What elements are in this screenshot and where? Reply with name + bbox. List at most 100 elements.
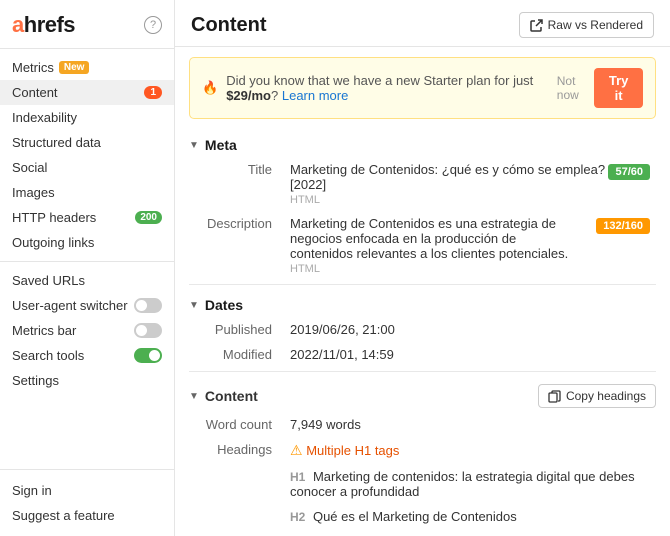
sidebar-item-label: Saved URLs (12, 273, 85, 288)
sidebar-item-search-tools[interactable]: Search tools (0, 343, 174, 368)
title-label: Title (189, 157, 284, 211)
sidebar-item-label: Content (12, 85, 58, 100)
sidebar-item-suggest[interactable]: Suggest a feature (0, 503, 174, 528)
main-panel: Content Raw vs Rendered 🔥 Did you know t… (175, 0, 670, 536)
meta-table: Title Marketing de Contenidos: ¿qué es y… (189, 157, 656, 280)
try-it-button[interactable]: Try it (594, 68, 643, 108)
h1-row: H1 Marketing de contenidos: la estrategi… (189, 464, 656, 504)
learn-more-link[interactable]: Learn more (282, 88, 348, 103)
sidebar-item-http-headers[interactable]: HTTP headers 200 (0, 205, 174, 230)
word-count-label: Word count (189, 412, 284, 437)
content-arrow-icon: ▼ (189, 391, 199, 402)
meta-section: ▼ Meta Title Marketing de Contenidos: ¿q… (189, 129, 656, 280)
word-count-value: 7,949 words (284, 412, 656, 437)
sidebar-item-label: Settings (12, 373, 59, 388)
headings-label: Headings (189, 437, 284, 464)
sidebar-item-label: Structured data (12, 135, 101, 150)
modified-value: 2022/11/01, 14:59 (284, 342, 656, 367)
metrics-bar-toggle[interactable] (134, 323, 162, 338)
title-sub-label: HTML (290, 194, 650, 206)
raw-vs-rendered-button[interactable]: Raw vs Rendered (519, 12, 654, 38)
external-link-icon (530, 19, 543, 32)
sidebar-item-label: Social (12, 160, 47, 175)
h1-tag: H1 (290, 470, 305, 484)
desc-label: Description (189, 211, 284, 280)
sidebar-item-outgoing-links[interactable]: Outgoing links (0, 230, 174, 255)
sidebar-item-label: Metrics bar (12, 323, 76, 338)
desc-value-cell: Marketing de Contenidos es una estrategi… (284, 211, 656, 280)
page-title: Content (191, 14, 267, 37)
title-value-cell: Marketing de Contenidos: ¿qué es y cómo … (284, 157, 656, 211)
content-badge: 1 (144, 86, 162, 99)
h2-text: Qué es el Marketing de Contenidos (313, 509, 517, 524)
banner-right: Not now Try it (557, 68, 643, 108)
meta-section-header[interactable]: ▼ Meta (189, 129, 656, 157)
logo: ahrefs (12, 12, 75, 38)
headings-warning: Multiple H1 tags (306, 443, 399, 458)
content-area: ▼ Meta Title Marketing de Contenidos: ¿q… (175, 129, 670, 536)
sidebar-item-indexability[interactable]: Indexability (0, 105, 174, 130)
word-count-row: Word count 7,949 words (189, 412, 656, 437)
sidebar-item-saved-urls[interactable]: Saved URLs (0, 268, 174, 293)
sidebar-item-label: Suggest a feature (12, 508, 115, 523)
content-section-header[interactable]: ▼ Content (189, 388, 258, 404)
sidebar-item-images[interactable]: Images (0, 180, 174, 205)
sidebar-item-structured-data[interactable]: Structured data (0, 130, 174, 155)
main-header: Content Raw vs Rendered (175, 0, 670, 47)
new-badge: New (59, 61, 90, 74)
desc-sub-label: HTML (290, 263, 650, 275)
banner-left: 🔥 Did you know that we have a new Starte… (202, 73, 557, 103)
headings-value-cell: ⚠ Multiple H1 tags (284, 437, 656, 464)
banner-text: Did you know that we have a new Starter … (226, 73, 557, 103)
h2-row: H2 Qué es el Marketing de Contenidos (189, 504, 656, 529)
dates-section-header[interactable]: ▼ Dates (189, 289, 656, 317)
sidebar-item-label: Sign in (12, 483, 52, 498)
copy-icon (548, 390, 561, 403)
sidebar-item-label: Indexability (12, 110, 77, 125)
headings-row: Headings ⚠ Multiple H1 tags (189, 437, 656, 464)
sidebar-item-social[interactable]: Social (0, 155, 174, 180)
fire-emoji: 🔥 (202, 80, 218, 96)
sidebar-nav: Metrics New Content 1 Indexability Struc… (0, 49, 174, 399)
published-row: Published 2019/06/26, 21:00 (189, 317, 656, 342)
content-table: Word count 7,949 words Headings ⚠ Multip… (189, 412, 656, 529)
copy-headings-button[interactable]: Copy headings (538, 384, 656, 408)
dates-arrow-icon: ▼ (189, 300, 199, 311)
h2-tag: H2 (290, 510, 305, 524)
desc-row: Description Marketing de Contenidos es u… (189, 211, 656, 280)
dates-section-title: Dates (205, 297, 243, 313)
sidebar-bottom: Sign in Suggest a feature (0, 469, 174, 536)
sidebar-item-metrics[interactable]: Metrics New (0, 55, 174, 80)
meta-arrow-icon: ▼ (189, 140, 199, 151)
sidebar-item-metrics-bar[interactable]: Metrics bar (0, 318, 174, 343)
sidebar-item-label: User-agent switcher (12, 298, 128, 313)
dates-section: ▼ Dates Published 2019/06/26, 21:00 Modi… (189, 289, 656, 367)
title-count-badge: 57/60 (608, 164, 650, 180)
sidebar-header: ahrefs ? (0, 0, 174, 49)
search-tools-toggle[interactable] (134, 348, 162, 363)
published-label: Published (189, 317, 284, 342)
title-text: Marketing de Contenidos: ¿qué es y cómo … (290, 162, 608, 192)
sidebar-item-label: HTTP headers (12, 210, 96, 225)
sidebar: ahrefs ? Metrics New Content 1 Indexabil… (0, 0, 175, 536)
user-agent-toggle[interactable] (134, 298, 162, 313)
modified-label: Modified (189, 342, 284, 367)
sidebar-item-user-agent[interactable]: User-agent switcher (0, 293, 174, 318)
desc-text: Marketing de Contenidos es una estrategi… (290, 216, 580, 261)
not-now-button[interactable]: Not now (557, 74, 586, 102)
meta-section-title: Meta (205, 137, 237, 153)
content-section: ▼ Content Copy headings Word count 7,949… (189, 376, 656, 529)
help-icon[interactable]: ? (144, 16, 162, 34)
promo-banner: 🔥 Did you know that we have a new Starte… (189, 57, 656, 119)
sidebar-item-sign-in[interactable]: Sign in (0, 478, 174, 503)
sidebar-item-content[interactable]: Content 1 (0, 80, 174, 105)
modified-row: Modified 2022/11/01, 14:59 (189, 342, 656, 367)
sidebar-item-label: Images (12, 185, 55, 200)
title-row: Title Marketing de Contenidos: ¿qué es y… (189, 157, 656, 211)
sidebar-item-settings[interactable]: Settings (0, 368, 174, 393)
desc-count-badge: 132/160 (596, 218, 650, 234)
published-value: 2019/06/26, 21:00 (284, 317, 656, 342)
dates-table: Published 2019/06/26, 21:00 Modified 202… (189, 317, 656, 367)
sidebar-item-label: Metrics (12, 60, 54, 75)
banner-price: $29/mo (226, 88, 271, 103)
